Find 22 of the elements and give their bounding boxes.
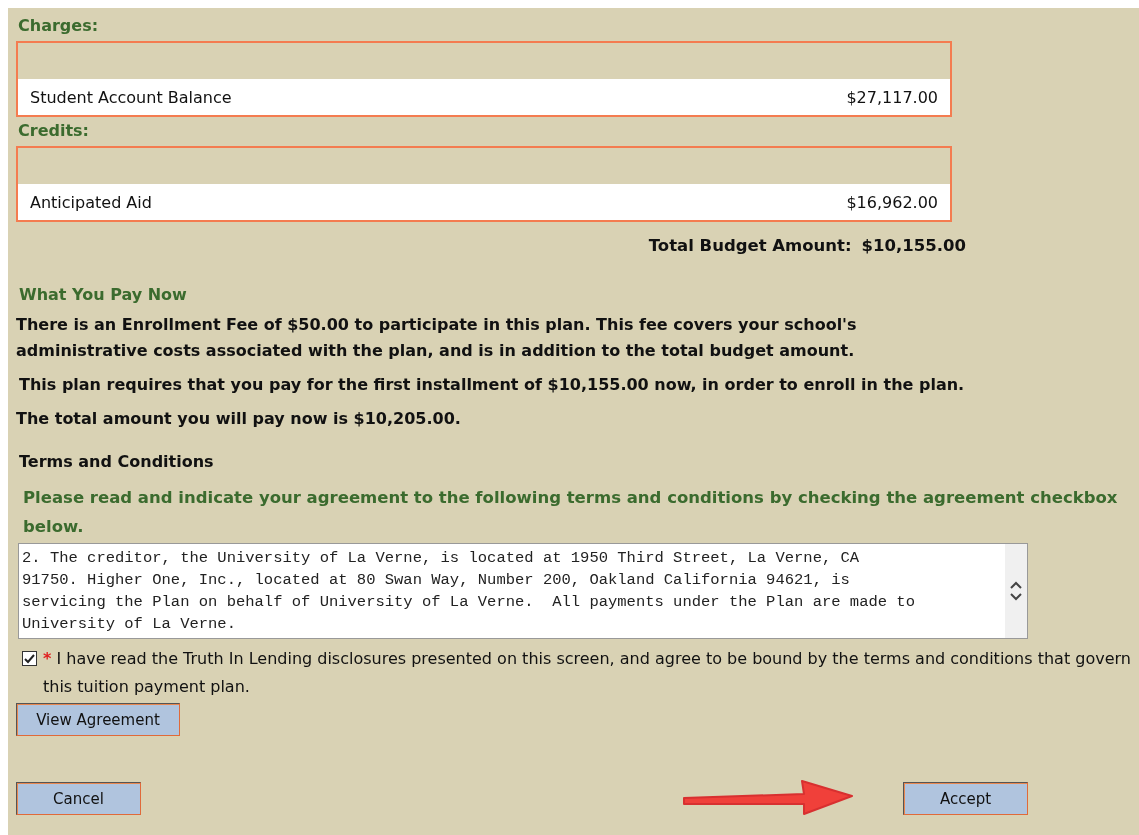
view-button[interactable]: View Agreement (16, 703, 180, 736)
row-label: Student Account Balance (30, 87, 232, 107)
section-heading: Terms and Conditions (19, 452, 215, 471)
row-amount: $27,117.00 (846, 87, 938, 107)
cancel-button[interactable]: Cancel (16, 782, 141, 815)
agreement-label: * I have read the Truth In Lending disclosures presented on this screen, and agree to be bound by the terms and conditions that govern this tuition payment plan. (43, 648, 1131, 698)
section-heading: Charges: (18, 16, 100, 35)
terms-text-box[interactable]: 2. The creditor, the University of La Verne, is located at 1950 Third Street, La Verne, CA 91750. Higher One, Inc., located at 80 Swan Way, Number 200, Oakland California 94621, is servicing the Plan on behalf of University of La Verne. All payments under the Plan are made to University of La Verne. (18, 543, 1028, 639)
info-paragraph: This plan requires that you pay for the first installment of $10,155.00 now, in order to enroll in the plan. (19, 374, 966, 396)
total-label: Total Budget Amount: (648, 236, 852, 255)
info-paragraph: There is an Enrollment Fee of $50.00 to participate in this plan. This fee covers your school's administrative costs associated with the plan, and is in addition to the total budget amount. (16, 314, 858, 362)
instruction-text: Please read and indicate your agreement to the following terms and conditions by checking the agreement checkbox below. (23, 487, 1119, 538)
scroll-down-icon[interactable] (1009, 592, 1023, 602)
agreement-checkbox[interactable] (22, 651, 37, 666)
section-heading: What You Pay Now (19, 285, 188, 304)
section-heading: Credits: (18, 121, 90, 140)
row-label: Anticipated Aid (30, 192, 152, 212)
scroll-up-icon[interactable] (1009, 580, 1023, 590)
row-amount: $16,962.00 (846, 192, 938, 212)
info-paragraph: The total amount you will pay now is $10,205.00. (16, 408, 462, 430)
total-amount: $10,155.00 (861, 236, 966, 255)
accept-button[interactable]: Accept (903, 782, 1028, 815)
